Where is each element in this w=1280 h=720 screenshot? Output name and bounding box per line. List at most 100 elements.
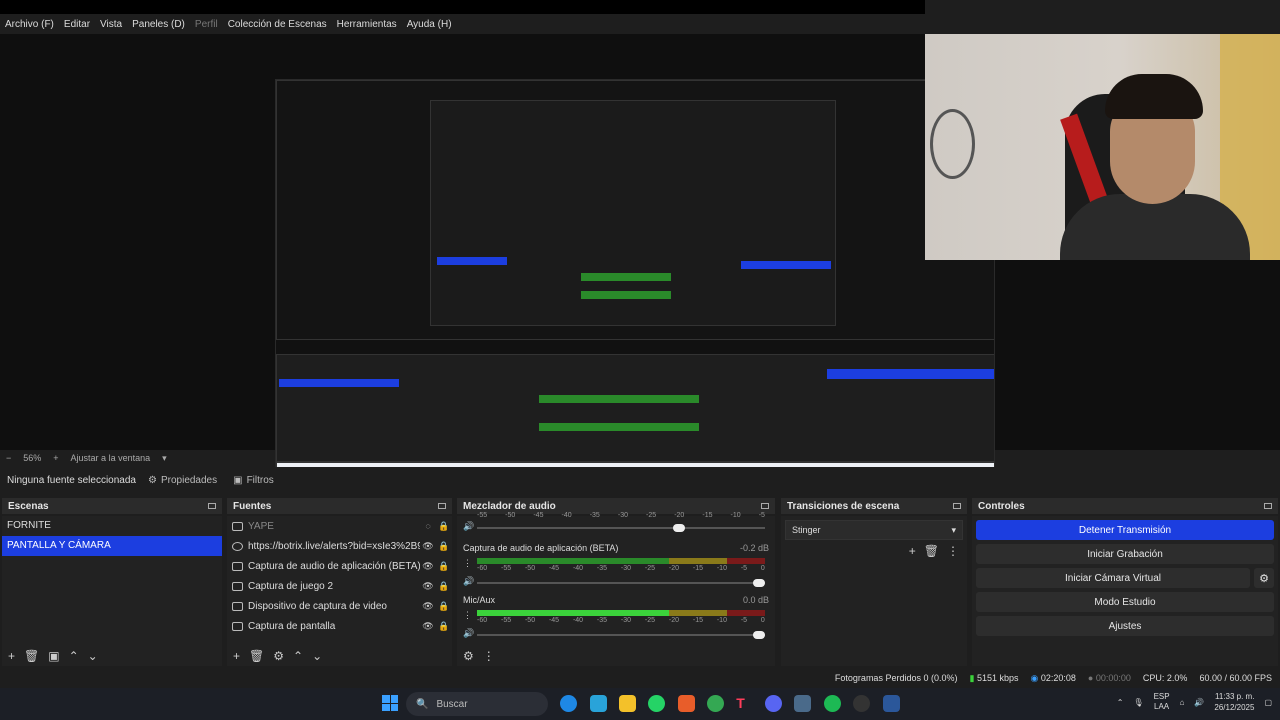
folder-icon[interactable]: [619, 695, 636, 712]
start-virtual-camera-button[interactable]: Iniciar Cámara Virtual: [976, 568, 1250, 588]
down-arrow-icon[interactable]: ⌄: [312, 649, 322, 663]
eye-icon[interactable]: 👁: [420, 561, 436, 572]
taskbar-search[interactable]: 🔍 Buscar: [406, 692, 548, 716]
calculator-icon[interactable]: [794, 695, 811, 712]
webcam-overlay: [925, 34, 1280, 260]
volume-slider[interactable]: [477, 579, 765, 587]
chevron-up-icon[interactable]: ⌃: [1117, 698, 1124, 707]
source-item[interactable]: https://botrix.live/alerts?bid=xsIe3%2B9…: [227, 536, 452, 556]
settings-button[interactable]: Ajustes: [976, 616, 1274, 636]
stream-time: ◉ 02:20:08: [1030, 672, 1076, 683]
volume-icon[interactable]: 🔊: [463, 576, 474, 587]
lock-icon[interactable]: 🔒: [436, 601, 452, 612]
spotify-icon[interactable]: [824, 695, 841, 712]
properties-button[interactable]: ⚙ Propiedades: [140, 475, 225, 486]
source-item[interactable]: Dispositivo de captura de video 👁 🔒: [227, 596, 452, 616]
live-icon: ◉: [1030, 672, 1039, 683]
discord-icon[interactable]: [765, 695, 782, 712]
telegram-icon[interactable]: [590, 695, 607, 712]
scene-item[interactable]: FORNITE: [2, 516, 222, 536]
virtual-camera-settings-icon[interactable]: ⚙: [1254, 568, 1274, 588]
text-app-icon[interactable]: T: [732, 695, 749, 712]
language-indicator[interactable]: ESP LAA: [1154, 692, 1170, 712]
fit-window-button[interactable]: Ajustar a la ventana: [71, 453, 151, 463]
menu-docks[interactable]: Paneles (D): [132, 19, 185, 30]
volume-slider[interactable]: [477, 631, 765, 639]
brave-icon[interactable]: [678, 695, 695, 712]
undock-icon[interactable]: [208, 503, 216, 509]
lock-icon[interactable]: 🔒: [436, 621, 452, 632]
preview-canvas[interactable]: [275, 79, 995, 479]
transition-select[interactable]: Stinger ▾: [785, 520, 963, 540]
trash-icon[interactable]: 🗑: [24, 649, 39, 663]
eye-icon[interactable]: 👁: [420, 581, 436, 592]
source-item[interactable]: Captura de pantalla 👁 🔒: [227, 616, 452, 636]
preview-area[interactable]: [0, 34, 1280, 479]
menu-scene-collection[interactable]: Colección de Escenas: [228, 19, 327, 30]
menu-profile[interactable]: Perfil: [195, 19, 218, 30]
chrome-icon[interactable]: [707, 695, 724, 712]
undock-icon[interactable]: [761, 503, 769, 509]
start-recording-button[interactable]: Iniciar Grabación: [976, 544, 1274, 564]
undock-icon[interactable]: [1264, 503, 1272, 509]
zoom-value: 56%: [23, 453, 42, 463]
word-icon[interactable]: [883, 695, 900, 712]
menu-file[interactable]: Archivo (F): [5, 19, 54, 30]
network-icon[interactable]: ⌂: [1180, 698, 1185, 707]
menu-edit[interactable]: Editar: [64, 19, 90, 30]
add-icon[interactable]: +: [8, 649, 15, 663]
source-item[interactable]: YAPE ◌ 🔒: [227, 516, 452, 536]
menu-view[interactable]: Vista: [100, 19, 122, 30]
menu-tools[interactable]: Herramientas: [337, 19, 397, 30]
trash-icon[interactable]: 🗑: [249, 649, 264, 663]
kebab-icon[interactable]: ⋮: [463, 558, 472, 569]
filters-button[interactable]: ▣ Filtros: [225, 475, 282, 486]
source-name: YAPE: [248, 520, 274, 532]
volume-slider[interactable]: [477, 524, 765, 532]
windows-start-icon[interactable]: [382, 695, 398, 711]
scene-item-selected[interactable]: PANTALLA Y CÁMARA: [2, 536, 222, 556]
menu-help[interactable]: Ayuda (H): [407, 19, 452, 30]
volume-icon[interactable]: 🔊: [463, 521, 474, 532]
mixer-settings-icon[interactable]: ⚙: [463, 649, 474, 663]
kebab-icon[interactable]: ⋮: [463, 610, 472, 621]
lock-icon[interactable]: 🔒: [436, 541, 452, 552]
clock[interactable]: 11:33 p. m. 26/12/2025: [1214, 691, 1254, 713]
eye-hidden-icon[interactable]: ◌: [420, 521, 436, 531]
source-item[interactable]: Captura de audio de aplicación (BETA) 👁 🔒: [227, 556, 452, 576]
lock-icon[interactable]: 🔒: [436, 521, 452, 532]
eye-icon[interactable]: 👁: [420, 621, 436, 632]
zoom-in-button[interactable]: +: [53, 453, 58, 463]
zoom-dropdown-icon[interactable]: ▾: [162, 453, 167, 464]
undock-icon[interactable]: [953, 503, 961, 509]
eye-icon[interactable]: 👁: [420, 601, 436, 612]
mic-icon[interactable]: 🎙: [1133, 698, 1143, 707]
obs-icon[interactable]: [853, 695, 870, 712]
volume-icon[interactable]: 🔊: [463, 628, 474, 639]
up-arrow-icon[interactable]: ⌃: [69, 649, 79, 663]
kebab-icon[interactable]: ⋮: [483, 649, 495, 663]
studio-mode-button[interactable]: Modo Estudio: [976, 592, 1274, 612]
source-item[interactable]: Captura de juego 2 👁 🔒: [227, 576, 452, 596]
whatsapp-icon[interactable]: [648, 695, 665, 712]
stop-streaming-button[interactable]: Detener Transmisión: [976, 520, 1274, 540]
trash-icon[interactable]: 🗑: [924, 544, 939, 558]
notification-icon[interactable]: ▢: [1264, 698, 1272, 707]
filter-icon[interactable]: ▣: [48, 649, 59, 663]
kebab-icon[interactable]: ⋮: [947, 544, 959, 558]
channel-name: Captura de audio de aplicación (BETA): [463, 543, 619, 553]
down-arrow-icon[interactable]: ⌄: [88, 649, 98, 663]
lock-icon[interactable]: 🔒: [436, 561, 452, 572]
edge-icon[interactable]: [560, 695, 577, 712]
audio-capture-icon: [232, 561, 243, 571]
transitions-dock: Transiciones de escena Stinger ▾ + 🗑 ⋮: [781, 498, 967, 666]
gear-icon[interactable]: ⚙: [273, 649, 284, 663]
eye-icon[interactable]: 👁: [420, 541, 436, 552]
add-icon[interactable]: +: [909, 544, 916, 558]
lock-icon[interactable]: 🔒: [436, 581, 452, 592]
add-icon[interactable]: +: [233, 649, 240, 663]
zoom-out-button[interactable]: −: [6, 453, 11, 463]
speaker-icon[interactable]: 🔊: [1194, 698, 1204, 707]
undock-icon[interactable]: [438, 503, 446, 509]
up-arrow-icon[interactable]: ⌃: [293, 649, 303, 663]
